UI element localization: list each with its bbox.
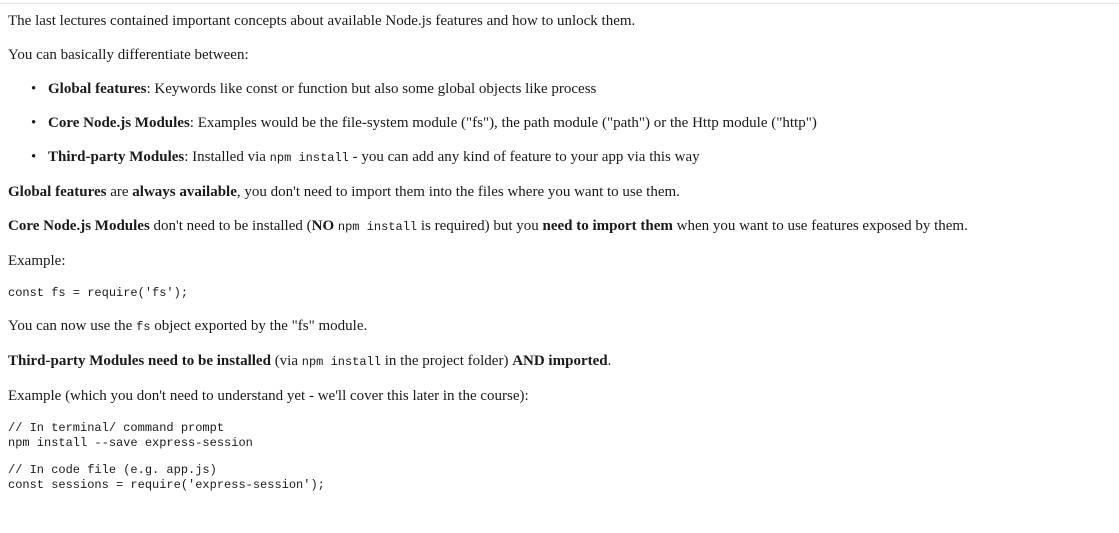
global-features-paragraph: Global features are always available, yo…	[8, 183, 1108, 201]
bold-core-modules: Core Node.js Modules	[8, 218, 150, 234]
bullet-icon: •	[31, 115, 37, 131]
bold-global-features: Global features	[8, 184, 107, 200]
example-label: Example:	[8, 253, 66, 269]
bullet-icon: •	[31, 81, 37, 97]
inline-code-npm-install: npm install	[301, 355, 381, 369]
desc-core-modules: : Examples would be the file-system modu…	[189, 115, 817, 131]
top-divider	[0, 3, 1119, 4]
bold-need-to-be-installed: Third-party Modules need to be installed	[8, 353, 271, 369]
inline-code-npm-install: npm install	[337, 220, 418, 234]
text-segment: You can now use the	[8, 318, 137, 334]
desc-global-features: : Keywords like const or function but al…	[146, 81, 597, 97]
list-item-core-modules: • Core Node.js Modules: Examples would be…	[31, 114, 1108, 132]
text-segment: .	[607, 353, 612, 369]
desc-third-party-before: : Installed via	[184, 149, 270, 165]
term-core-modules: Core Node.js Modules	[48, 115, 190, 131]
lecture-summary: The last lectures contained important co…	[8, 12, 1108, 505]
desc-third-party-after: - you can add any kind of feature to you…	[348, 149, 700, 165]
example2-label: Example (which you don't need to underst…	[8, 388, 529, 404]
text-segment: object exported by the "fs" module.	[150, 318, 368, 334]
list-item-third-party-modules: • Third-party Modules: Installed via npm …	[31, 148, 1108, 167]
intro-text: The last lectures contained important co…	[8, 13, 636, 29]
inline-code-fs: fs	[136, 320, 151, 334]
text-segment: (via	[270, 353, 302, 369]
code-example-require-fs: const fs = require('fs');	[8, 286, 189, 300]
term-global-features: Global features	[48, 81, 147, 97]
bold-need-to-import: need to import them	[542, 218, 673, 234]
code-block-terminal: // In terminal/ command prompt npm insta…	[8, 421, 253, 450]
bold-always-available: always available	[132, 184, 237, 200]
third-party-paragraph: Third-party Modules need to be installed…	[8, 352, 1108, 371]
list-item-global-features: • Global features: Keywords like const or…	[31, 80, 1108, 98]
differentiate-text: You can basically differentiate between:	[8, 47, 249, 63]
bold-and-imported: AND imported	[512, 353, 608, 369]
bullet-icon: •	[31, 149, 37, 165]
text-segment: are	[106, 184, 133, 200]
term-third-party-modules: Third-party Modules	[48, 149, 185, 165]
text-segment: , you don't need to import them into the…	[236, 184, 680, 200]
code-block-app-js: // In code file (e.g. app.js) const sess…	[8, 463, 325, 492]
bold-no: NO	[311, 218, 338, 234]
text-segment: in the project folder)	[380, 353, 513, 369]
text-segment: don't need to be installed (	[149, 218, 312, 234]
fs-paragraph: You can now use the fs object exported b…	[8, 317, 1108, 336]
inline-code-npm-install: npm install	[269, 151, 349, 165]
feature-list: • Global features: Keywords like const or…	[8, 80, 1108, 167]
text-segment: when you want to use features exposed by…	[672, 218, 968, 234]
core-modules-paragraph: Core Node.js Modules don't need to be in…	[8, 217, 1108, 236]
text-segment: is required) but you	[417, 218, 543, 234]
